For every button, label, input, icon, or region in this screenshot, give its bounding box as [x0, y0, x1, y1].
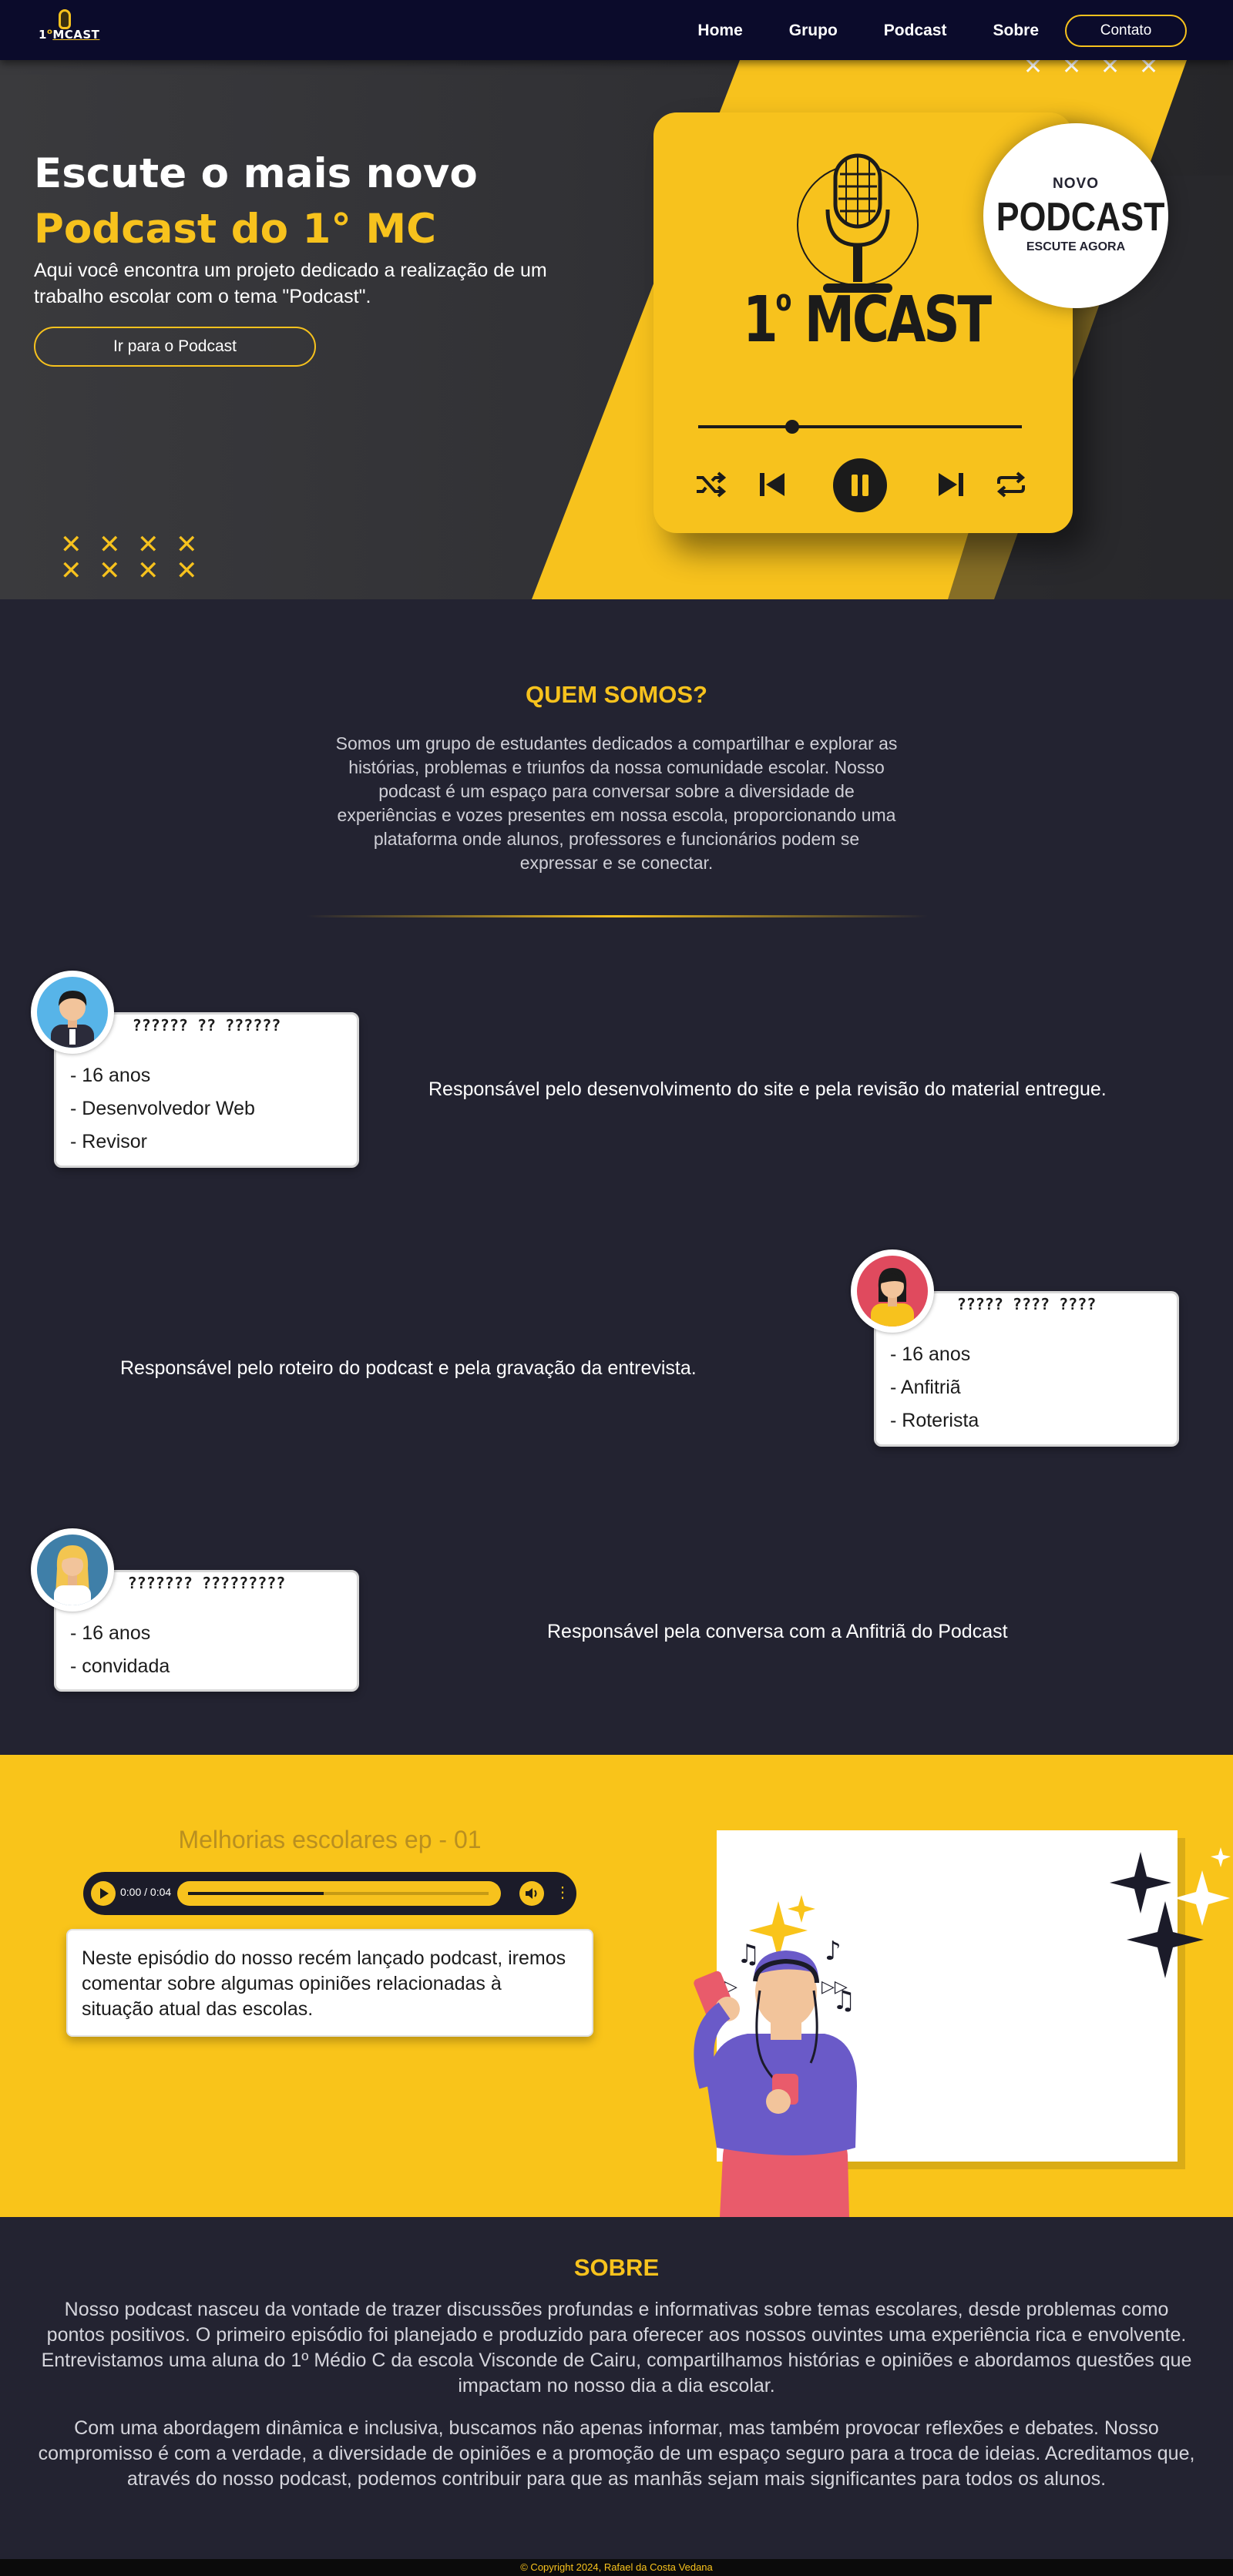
boy-avatar-icon — [51, 991, 94, 1048]
member-detail: - 16 anos — [890, 1343, 971, 1365]
top-nav: 1oMCAST Home Grupo Podcast Sobre Contato — [0, 0, 1233, 60]
nav-podcast-link[interactable]: Podcast — [884, 22, 947, 40]
hero-section: Escute o mais novo Podcast do 1° MC Aqui… — [0, 60, 1233, 599]
badge-main-text: PODCAST — [996, 195, 1165, 240]
decorative-x-pattern: ✕ ✕ ✕ ✕ ✕ ✕ ✕ ✕ — [60, 529, 198, 586]
volume-icon — [526, 1888, 537, 1899]
avatar — [31, 1528, 114, 1612]
svg-text:▷▷: ▷▷ — [821, 1977, 848, 1997]
microphone-icon — [59, 9, 71, 29]
player-progress-bar[interactable] — [698, 420, 1022, 434]
member-detail: - 16 anos — [70, 1622, 151, 1644]
decorative-x-pattern-top: ✕ ✕ ✕ ✕ — [1023, 60, 1159, 80]
hero-title: Escute o mais novo Podcast do 1° MC — [34, 146, 478, 257]
repeat-icon[interactable] — [994, 471, 1028, 498]
footer-copyright: © Copyright 2024, Rafael da Costa Vedana — [0, 2559, 1233, 2576]
badge-top-text: NOVO — [1053, 176, 1099, 192]
svg-text:♪: ♪ — [825, 1936, 842, 1967]
episode-title: Melhorias escolares ep - 01 — [178, 1826, 482, 1853]
nav-links: Home Grupo Podcast Sobre Contato — [651, 15, 1187, 47]
player-controls — [695, 458, 1026, 512]
nav-sobre-link[interactable]: Sobre — [993, 22, 1039, 40]
episode-description-card: Neste episódio do nosso recém lançado po… — [66, 1929, 593, 2037]
nav-grupo-link[interactable]: Grupo — [789, 22, 838, 40]
more-options-icon[interactable]: ⋮ — [555, 1883, 570, 1902]
blonde-girl-avatar-icon — [54, 1545, 91, 1605]
avatar — [851, 1249, 934, 1333]
logo-text: 1oMCAST — [39, 28, 100, 42]
site-logo[interactable]: 1oMCAST — [35, 9, 100, 46]
audio-seek-fill — [188, 1892, 324, 1895]
member-role: Responsável pela conversa com a Anfitriã… — [547, 1621, 1008, 1642]
avatar — [31, 971, 114, 1054]
member-role: Responsável pelo roteiro do podcast e pe… — [120, 1357, 697, 1379]
member-details: - 16 anos - convidada — [70, 1617, 170, 1683]
audio-volume-button[interactable] — [519, 1881, 544, 1906]
next-icon[interactable] — [936, 471, 966, 498]
hero-description: Aqui você encontra um projeto dedicado a… — [34, 260, 547, 307]
member-detail: - Anfitriã — [890, 1377, 961, 1398]
about-paragraph-2: Com uma abordagem dinâmica e inclusiva, … — [38, 2417, 1195, 2490]
member-detail: - Roterista — [890, 1410, 979, 1431]
new-podcast-badge: NOVO PODCAST ESCUTE AGORA — [983, 123, 1168, 308]
svg-text:♫: ♫ — [737, 1939, 760, 1970]
episode-section: Melhorias escolares ep - 01 0:00 / 0:04 … — [0, 1755, 1233, 2217]
play-icon — [100, 1888, 109, 1899]
nav-home-link[interactable]: Home — [697, 22, 742, 40]
go-to-podcast-button[interactable]: Ir para o Podcast — [34, 327, 316, 367]
about-group-text: Somos um grupo de estudantes dedicados a… — [335, 733, 898, 873]
audio-time: 0:00 / 0:04 — [120, 1886, 172, 1898]
pause-icon[interactable] — [832, 458, 888, 513]
member-detail: - Revisor — [70, 1131, 148, 1152]
member-detail: - Desenvolvedor Web — [70, 1098, 255, 1119]
badge-bottom-text: ESCUTE AGORA — [1026, 240, 1126, 253]
contact-button[interactable]: Contato — [1065, 15, 1187, 47]
audio-play-button[interactable] — [91, 1881, 116, 1906]
about-title: SOBRE — [573, 2254, 660, 2281]
podcast-brand-logo: 1o MCAST — [743, 283, 992, 357]
about-group-title: QUEM SOMOS? — [526, 681, 707, 708]
hero-title-line1: Escute o mais novo — [34, 150, 478, 197]
section-divider — [307, 915, 928, 917]
episode-description: Neste episódio do nosso recém lançado po… — [82, 1947, 566, 2020]
progress-knob[interactable] — [784, 420, 799, 434]
girl-avatar-icon — [871, 1268, 914, 1327]
member-details: - 16 anos - Desenvolvedor Web - Revisor — [70, 1059, 255, 1159]
member-details: - 16 anos - Anfitriã - Roterista — [890, 1338, 979, 1437]
podcast-listener-illustration: ♫ ♪ ♫ ▷ ▷▷ — [694, 1840, 1231, 2217]
member-detail: - convidada — [70, 1655, 170, 1677]
about-paragraph-1: Nosso podcast nasceu da vontade de traze… — [41, 2299, 1192, 2397]
audio-player: 0:00 / 0:04 ⋮ — [83, 1872, 576, 1915]
member-detail: - 16 anos — [70, 1065, 151, 1086]
audio-seek-bar[interactable] — [177, 1881, 501, 1906]
member-role: Responsável pelo desenvolvimento do site… — [428, 1078, 1107, 1100]
hero-title-line2: Podcast do 1° MC — [34, 206, 436, 253]
shuffle-icon[interactable] — [695, 471, 726, 498]
previous-icon[interactable] — [757, 471, 788, 498]
